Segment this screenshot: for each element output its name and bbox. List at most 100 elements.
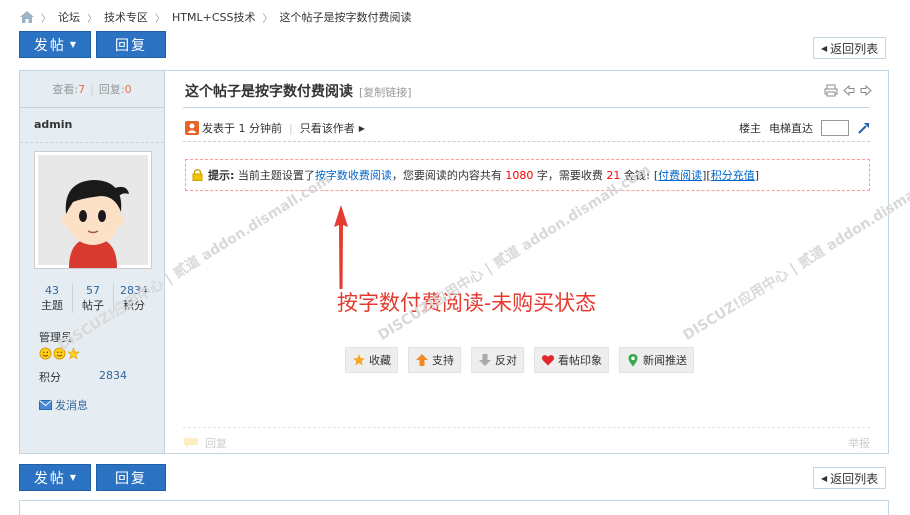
bracket-close: ] <box>754 168 760 182</box>
breadcrumb-htmlcss[interactable]: HTML+CSS技术 <box>172 9 255 25</box>
notice-text-3: 字，需要收费 <box>536 169 603 182</box>
stat-posts-value: 57 <box>86 284 100 297</box>
floor-jump-label: 电梯直达 <box>769 122 813 135</box>
footer-reply-link[interactable]: 回复 <box>205 435 227 451</box>
stat-topics-value: 43 <box>45 284 59 297</box>
arrow-up-icon <box>416 354 428 366</box>
post-actions: 收藏 支持 反对 看帖印象 新闻推送 <box>345 347 694 373</box>
recharge-link[interactable]: 积分充值 <box>711 167 755 183</box>
star-icon <box>353 354 365 366</box>
new-post-label: 发帖 <box>33 470 66 487</box>
notice-word-count: 1080 <box>505 168 534 182</box>
meta-divider-line <box>183 141 870 142</box>
breadcrumb-separator: 〉 <box>87 13 97 25</box>
stats-divider: | <box>90 82 94 96</box>
print-icon[interactable] <box>824 84 838 97</box>
news-push-button[interactable]: 新闻推送 <box>619 347 694 373</box>
paid-reading-notice: 提示: 当前主题设置了 按字数收费阅读 ，您要阅读的内容共有 1080 字，需要… <box>185 159 870 191</box>
user-badge-icon <box>185 121 199 135</box>
next-thread-icon[interactable] <box>860 84 872 97</box>
points-label: 积分 <box>39 371 61 384</box>
post-footer: 回复 举报 <box>183 427 870 451</box>
prev-thread-icon[interactable] <box>843 84 855 97</box>
replies-count: 0 <box>124 82 132 96</box>
support-label: 支持 <box>432 354 454 367</box>
points-value: 2834 <box>99 369 127 382</box>
avatar-image <box>38 155 148 268</box>
lock-icon <box>192 169 203 181</box>
new-post-label: 发帖 <box>33 37 66 54</box>
reply-button[interactable]: 回复 <box>96 31 166 58</box>
title-divider <box>183 107 870 108</box>
author-sidebar: 查看: 7 | 回复: 0 admin 43 主题 57 帖子 2834 积分 … <box>20 71 165 453</box>
caret-down-icon: ▼ <box>69 473 77 482</box>
post-panel: 查看: 7 | 回复: 0 admin 43 主题 57 帖子 2834 积分 … <box>19 70 889 454</box>
points-row: 积分 2834 <box>39 369 127 385</box>
breadcrumb-separator: 〉 <box>262 13 273 25</box>
annotation-arrow <box>334 205 348 289</box>
send-message-link[interactable]: 发消息 <box>39 397 88 413</box>
avatar[interactable] <box>34 151 152 269</box>
back-to-list-button[interactable]: ◀ 返回列表 <box>813 37 887 59</box>
pay-read-link[interactable]: 付费阅读 <box>658 167 702 183</box>
favorite-label: 收藏 <box>369 354 391 367</box>
oppose-label: 反对 <box>495 354 517 367</box>
breadcrumb-separator: 〉 <box>41 13 51 25</box>
rank-stars <box>39 347 80 360</box>
breadcrumb-separator: 〉 <box>155 13 165 25</box>
floor-controls: 楼主 电梯直达 <box>739 120 871 136</box>
reply-label: 回复 <box>115 470 147 487</box>
caret-left-icon: ◀ <box>821 473 828 483</box>
bracket-mid: ][ <box>702 168 711 182</box>
notice-prefix: 提示: <box>208 169 235 182</box>
home-icon[interactable] <box>20 11 34 23</box>
next-panel-edge <box>19 500 889 515</box>
caret-left-icon: ◀ <box>821 43 828 53</box>
post-title-row: 这个帖子是按字数付费阅读 [复制链接] <box>185 81 412 103</box>
news-push-label: 新闻推送 <box>643 354 687 367</box>
impression-label: 看帖印象 <box>558 354 602 367</box>
title-icons <box>824 84 872 97</box>
back-to-list-button-bottom[interactable]: ◀ 返回列表 <box>813 467 887 489</box>
views-count: 7 <box>78 82 86 96</box>
copy-link[interactable]: [复制链接] <box>359 84 412 100</box>
only-author-link[interactable]: 只看该作者 <box>300 120 355 136</box>
floor-label: 楼主 <box>739 122 761 135</box>
envelope-icon <box>39 400 52 410</box>
arrow-down-icon <box>479 354 491 366</box>
heart-icon <box>541 355 555 366</box>
replies-label: 回复: <box>98 83 125 96</box>
new-post-button-bottom[interactable]: 发帖 ▼ <box>19 464 91 491</box>
author-name[interactable]: admin <box>20 108 164 143</box>
back-to-list-label: 返回列表 <box>830 41 879 56</box>
meta-divider: | <box>289 121 293 135</box>
breadcrumb-current[interactable]: 这个帖子是按字数付费阅读 <box>279 9 411 25</box>
floor-jump-input[interactable] <box>821 120 849 136</box>
stat-topics[interactable]: 43 主题 <box>32 283 72 313</box>
breadcrumb-forum[interactable]: 论坛 <box>58 9 80 25</box>
reply-bubble-icon <box>184 438 198 448</box>
caret-down-icon: ▼ <box>69 40 77 49</box>
post-stats: 查看: 7 | 回复: 0 <box>20 71 164 108</box>
views-label: 查看: <box>52 83 79 96</box>
favorite-button[interactable]: 收藏 <box>345 347 398 373</box>
new-post-button[interactable]: 发帖 ▼ <box>19 31 91 58</box>
oppose-button[interactable]: 反对 <box>471 347 524 373</box>
post-content-area: 这个帖子是按字数付费阅读 [复制链接] 发表于 1 分钟前 | 只看该作者 ▶ … <box>165 71 888 453</box>
post-title: 这个帖子是按字数付费阅读 <box>185 84 353 100</box>
post-meta-row: 发表于 1 分钟前 | 只看该作者 ▶ 楼主 电梯直达 <box>185 118 871 138</box>
impression-button[interactable]: 看帖印象 <box>534 347 609 373</box>
pin-icon <box>628 354 638 367</box>
notice-text-2: ，您要阅读的内容共有 <box>391 169 502 182</box>
breadcrumb: 〉 论坛 〉 技术专区 〉 HTML+CSS技术 〉 这个帖子是按字数付费阅读 <box>20 9 411 25</box>
post-time: 发表于 1 分钟前 <box>202 122 282 135</box>
breadcrumb-tech[interactable]: 技术专区 <box>104 9 148 25</box>
caret-right-icon: ▶ <box>358 123 365 133</box>
sun-icon <box>39 347 52 360</box>
support-button[interactable]: 支持 <box>408 347 461 373</box>
jump-icon[interactable] <box>857 121 871 135</box>
back-to-list-label: 返回列表 <box>830 471 879 486</box>
report-link[interactable]: 举报 <box>848 435 870 451</box>
send-message-label: 发消息 <box>55 399 88 412</box>
reply-button-bottom[interactable]: 回复 <box>96 464 166 491</box>
